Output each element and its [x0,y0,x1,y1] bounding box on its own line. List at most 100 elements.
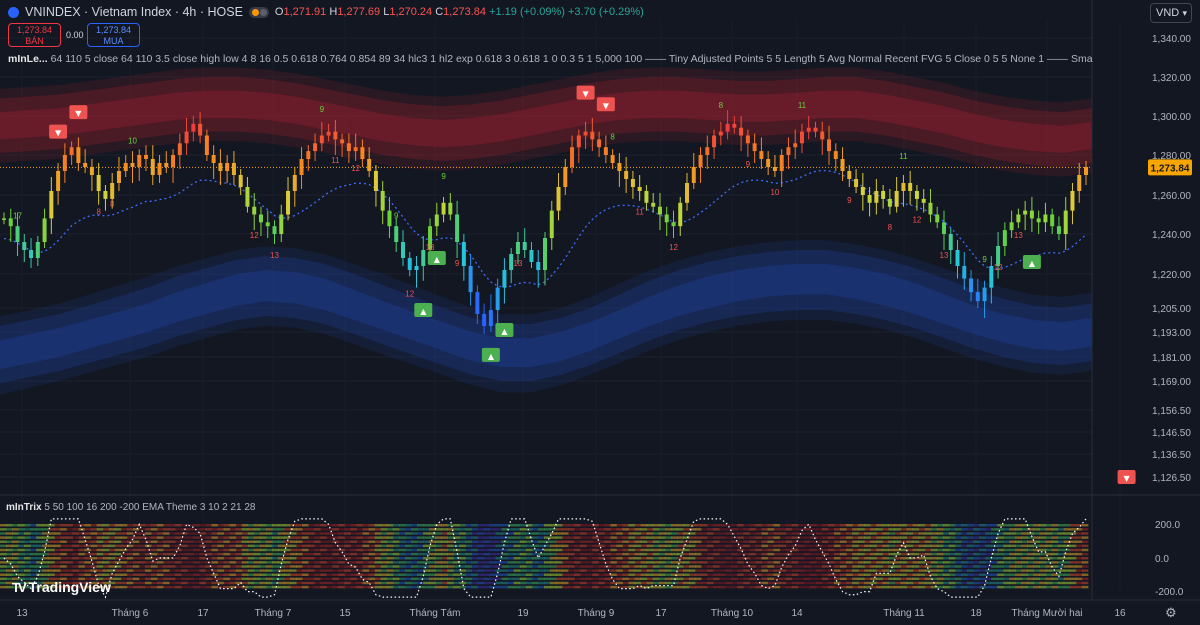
trix-heat-cell [151,532,158,535]
trix-heat-cell [1051,557,1059,560]
trix-heat-cell [1003,585,1010,589]
trix-heat-cell [241,581,249,585]
candle-body [434,214,439,227]
buy-button[interactable]: 1,273.84 MUA [87,23,140,47]
trix-heat-cell [417,532,424,535]
trix-heat-cell [519,585,527,589]
sell-button[interactable]: 1,273.84 BÁN [8,23,61,47]
trix-heat-cell [725,536,732,539]
trix-heat-cell [574,585,581,589]
trix-heat-cell [1003,540,1010,543]
trix-heat-cell [411,569,418,572]
gear-icon[interactable]: ⚙ [1165,605,1177,621]
tradingview-logo[interactable]: TV TradingView [12,579,111,595]
trix-heat-cell [495,552,503,556]
trix-heat-cell [223,532,231,535]
trix-heat-cell [326,548,333,552]
trix-heat-cell [187,552,194,556]
trix-heat-cell [556,585,563,589]
trix-heat-cell [459,524,466,527]
trix-heat-cell [60,569,67,572]
trix-heat-cell [308,528,315,531]
trix-heat-cell [157,524,164,527]
trix-heat-cell [1033,569,1041,572]
count-label: 10 [128,136,137,145]
trix-heat-cell [852,524,859,527]
currency-button[interactable]: VND ▾ [1150,3,1192,23]
trix-heat-cell [90,524,98,527]
trix-heat-cell [411,577,418,581]
trix-heat-cell [1075,573,1083,576]
trix-heat-cell [48,573,55,576]
trix-heat-cell [556,548,563,552]
trix-heat-cell [598,577,605,581]
trix-heat-cell [695,548,702,552]
trix-heat-cell [519,524,527,527]
trix-heat-cell [628,544,636,548]
trix-heat-cell [707,532,714,535]
trix-heat-cell [550,557,557,560]
trix-heat-cell [864,536,871,539]
trix-heat-cell [247,552,255,556]
trix-heat-cell [785,524,793,527]
candle-body [258,214,263,223]
trix-heat-cell [157,565,164,568]
trix-heat-cell [326,552,333,556]
trix-heat-cell [1039,581,1047,585]
trix-heat-cell [259,565,267,568]
price-chart[interactable]: ▲▲▲▲▲▼▼▼▼▼17 88101213911129121399 13811128… [0,0,1200,625]
trix-heat-cell [616,548,623,552]
trix-heat-cell [537,573,545,576]
symbol-title[interactable]: VNINDEX · Vietnam Index · 4h · HOSE [25,5,243,19]
trix-heat-cell [652,569,660,572]
trix-heat-cell [48,540,55,543]
trix-heat-cell [689,557,696,560]
trix-heat-cell [936,528,944,531]
trix-heat-cell [1039,573,1047,576]
trix-heat-cell [1021,561,1028,564]
trix-heat-cell [465,581,472,585]
trix-heat-cell [616,565,623,568]
trix-heat-cell [683,561,690,564]
candle-body [400,242,405,258]
trix-heat-cell [417,524,424,527]
trix-heat-cell [175,573,182,576]
trix-heat-cell [544,532,551,535]
trix-heat-cell [48,532,55,535]
trix-heat-cell [544,552,551,556]
trix-heat-cell [308,524,315,527]
trix-heat-cell [483,524,490,527]
trix-heat-cell [834,581,841,585]
trix-heat-cell [598,544,605,548]
trix-heat-cell [695,581,702,585]
trix-heat-cell [888,585,895,589]
trix-heat-cell [417,536,424,539]
trix-heat-cell [803,552,811,556]
candle-body [941,222,946,234]
trix-heat-cell [616,573,623,576]
trix-heat-cell [211,573,218,576]
trix-heat-cell [846,557,853,560]
candle-body [732,123,737,128]
trix-heat-cell [1009,569,1016,572]
trix-heat-cell [1003,573,1010,576]
trix-heat-cell [507,552,515,556]
indicator-legend[interactable]: mInLe... 64 110 5 close 64 110 3.5 close… [8,53,1093,65]
trix-heat-cell [725,569,732,572]
trix-heat-cell [634,540,642,543]
trix-heat-cell [918,540,926,543]
trix-heat-cell [235,557,243,560]
trix-heat-cell [380,524,388,527]
candle-body [482,314,487,326]
trix-legend[interactable]: mInTrix 5 50 100 16 200 -200 EMA Theme 3… [6,502,255,513]
candle-body [840,159,845,171]
trix-heat-cell [1075,524,1083,527]
trix-heat-cell [719,552,726,556]
trix-heat-cell [616,557,623,560]
trix-heat-cell [525,573,533,576]
trix-heat-cell [411,524,418,527]
trix-heat-cell [501,585,509,589]
trix-heat-cell [302,540,309,543]
trix-heat-cell [834,552,841,556]
trix-heat-cell [429,524,436,527]
